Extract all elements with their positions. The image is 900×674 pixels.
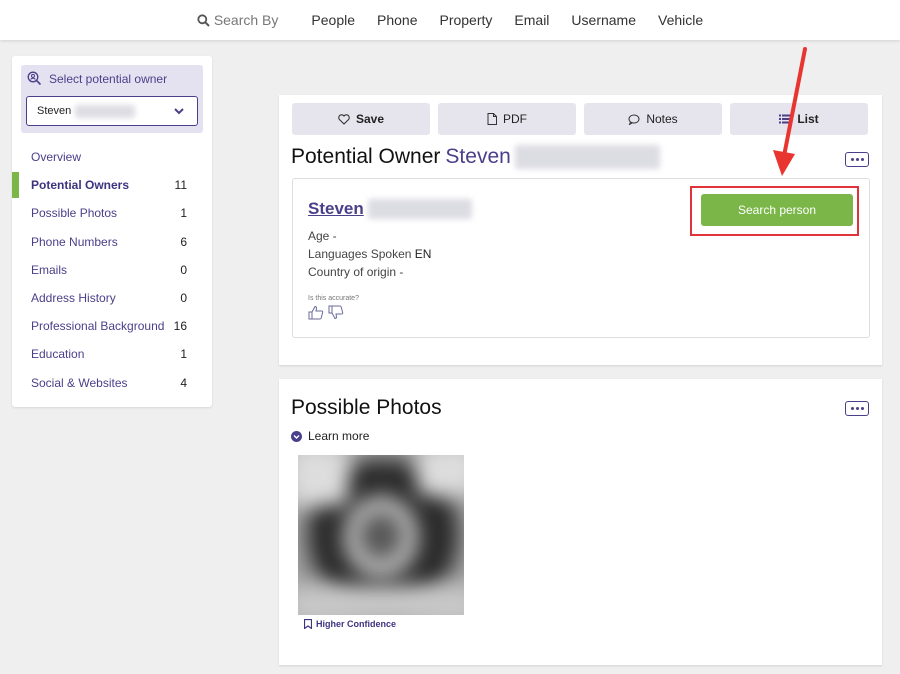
dot [855,158,859,161]
dot [860,407,864,410]
redacted-name [75,104,136,118]
section-title: Possible Photos [291,396,442,419]
languages-value: EN [414,247,432,261]
sidebar-item-possible-photos[interactable]: Possible Photos 1 [12,199,212,227]
redacted-name [367,199,472,219]
possible-photos-card: Possible Photos Learn more Higher Confid… [279,379,882,665]
save-button[interactable]: Save [292,103,430,135]
thumbs-down-icon[interactable] [328,305,344,320]
owner-dropdown-value: Steven [37,105,72,117]
speech-bubble-icon [628,114,640,125]
sidebar-item-label: Emails [31,262,68,277]
dot [855,407,859,410]
sidebar-item-professional-background[interactable]: Professional Background 16 [12,312,212,340]
person-search-icon [27,71,42,86]
top-nav: Search By People Phone Property Email Us… [0,0,900,40]
sidebar-item-label: Address History [31,291,116,306]
sidebar-item-label: Phone Numbers [31,234,118,249]
sidebar-item-count: 0 [180,291,187,306]
languages-field: Languages Spoken EN [308,247,431,261]
annotation-highlight-box [690,186,859,236]
nav-property[interactable]: Property [439,12,492,28]
pdf-file-icon [487,113,497,125]
sidebar: Select potential owner Steven Overview P… [12,56,212,407]
photo-blur-layer [418,455,464,495]
sidebar-item-label: Education [31,347,85,362]
sidebar-item-count: 1 [180,347,187,362]
age-field: Age - [308,229,337,243]
learn-more-toggle[interactable]: Learn more [291,429,369,443]
country-field: Country of origin - [308,265,404,279]
photo-blur-layer [298,455,348,505]
photo-blur-layer [360,513,402,559]
dot [860,158,864,161]
sidebar-item-count: 4 [180,375,187,390]
sidebar-item-education[interactable]: Education 1 [12,340,212,368]
redacted-name [514,145,660,169]
nav-username[interactable]: Username [571,12,636,28]
dot [850,158,854,161]
search-icon [197,13,210,27]
sidebar-item-potential-owners[interactable]: Potential Owners 11 [12,171,212,199]
person-name: Steven [308,199,364,218]
sidebar-item-count: 1 [180,206,187,221]
nav-vehicle[interactable]: Vehicle [658,12,703,28]
nav-phone[interactable]: Phone [377,12,417,28]
person-name-link[interactable]: Steven [308,199,472,219]
pdf-label: PDF [503,112,527,126]
title-prefix: Potential Owner [291,145,441,168]
sidebar-item-label: Potential Owners [31,178,130,193]
dot [850,407,854,410]
nav-people[interactable]: People [311,12,355,28]
nav-email[interactable]: Email [514,12,549,28]
notes-button[interactable]: Notes [584,103,722,135]
sidebar-item-count: 0 [180,262,187,277]
heart-icon [338,113,350,125]
sidebar-item-emails[interactable]: Emails 0 [12,256,212,284]
annotation-arrow-icon [773,47,807,176]
chevron-down-icon [174,108,184,115]
possible-photo[interactable] [298,455,464,615]
more-options-button[interactable] [845,152,869,167]
sidebar-nav: Overview Potential Owners 11 Possible Ph… [12,143,212,397]
owner-select-label: Select potential owner [49,71,168,86]
owner-select-header: Select potential owner [27,71,167,86]
accuracy-feedback [308,305,344,320]
languages-label: Languages Spoken [308,247,412,261]
bookmark-icon [304,619,312,629]
confidence-label: Higher Confidence [316,619,397,629]
search-by: Search By [197,12,279,28]
sidebar-item-label: Social & Websites [31,375,128,390]
thumbs-up-icon[interactable] [308,305,324,320]
learn-more-label: Learn more [308,429,370,443]
pdf-button[interactable]: PDF [438,103,576,135]
owner-select-panel: Select potential owner Steven [21,65,203,133]
sidebar-item-count: 11 [174,178,187,193]
notes-label: Notes [646,112,678,126]
accuracy-prompt: Is this accurate? [308,295,359,302]
sidebar-item-phone-numbers[interactable]: Phone Numbers 6 [12,228,212,256]
confidence-badge: Higher Confidence [304,619,396,629]
sidebar-item-label: Possible Photos [31,206,118,221]
sidebar-item-count: 16 [173,319,187,334]
photo-blur-layer [298,585,464,615]
more-options-button[interactable] [845,401,869,416]
page-title: Potential Owner Steven [291,145,660,169]
title-owner-name: Steven [445,145,511,168]
sidebar-item-count: 6 [180,234,187,249]
sidebar-item-label: Overview [31,150,82,165]
sidebar-item-address-history[interactable]: Address History 0 [12,284,212,312]
sidebar-item-social-websites[interactable]: Social & Websites 4 [12,369,212,397]
save-label: Save [355,112,385,126]
owner-dropdown[interactable]: Steven [26,96,198,126]
sidebar-item-overview[interactable]: Overview [12,143,212,171]
sidebar-item-label: Professional Background [31,319,165,334]
search-by-label: Search By [213,12,279,28]
chevron-circle-down-icon [291,430,302,442]
